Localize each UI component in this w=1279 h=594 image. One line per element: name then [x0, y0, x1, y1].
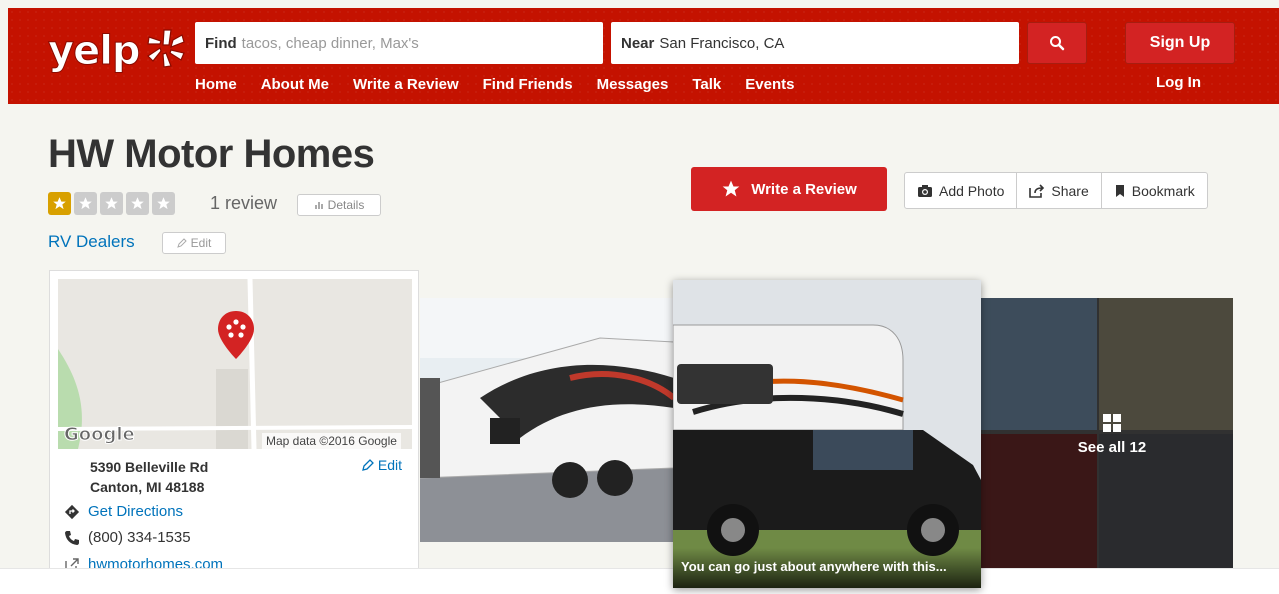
share-button[interactable]: Share	[1017, 173, 1102, 208]
bookmark-label: Bookmark	[1131, 182, 1195, 199]
category-link[interactable]: RV Dealers	[48, 232, 135, 252]
directions-row[interactable]: Get Directions	[64, 503, 183, 520]
add-photo-label: Add Photo	[939, 182, 1005, 199]
phone-number: (800) 334-1535	[88, 529, 191, 546]
content-divider	[0, 568, 1279, 594]
photo-gallery-collage[interactable]: See all 12	[981, 298, 1233, 570]
yelp-burst-icon	[147, 29, 185, 68]
site-header: yelp Find tacos, cheap dinner, Max's Nea…	[8, 8, 1279, 104]
nav-home[interactable]: Home	[195, 76, 237, 93]
nav-find-friends[interactable]: Find Friends	[483, 76, 573, 93]
star-icon	[152, 192, 175, 215]
yelp-logo[interactable]: yelp	[48, 22, 188, 86]
search-button[interactable]	[1027, 22, 1087, 64]
pencil-icon	[176, 238, 187, 248]
search-icon	[1050, 36, 1065, 51]
see-all-label: See all 12	[1077, 438, 1147, 456]
near-value: San Francisco, CA	[659, 34, 785, 52]
edit-address-link[interactable]: Edit	[361, 457, 402, 473]
star-icon	[722, 180, 740, 197]
write-review-button[interactable]: Write a Review	[691, 167, 887, 211]
map-credit: Map data ©2016 Google	[262, 433, 401, 449]
rv-photo-image	[420, 298, 674, 542]
review-count[interactable]: 1 review	[210, 193, 277, 214]
share-label: Share	[1051, 182, 1089, 199]
address-line-2: Canton, MI 48188	[90, 479, 205, 495]
find-placeholder: tacos, cheap dinner, Max's	[241, 34, 419, 52]
business-actions: Add Photo Share Bookmark	[904, 172, 1208, 209]
see-all-photos[interactable]: See all 12	[981, 298, 1233, 570]
sign-up-button[interactable]: Sign Up	[1125, 22, 1235, 64]
edit-category-button[interactable]: Edit	[162, 232, 226, 254]
star-icon	[100, 192, 123, 215]
nav-about-me[interactable]: About Me	[261, 76, 329, 93]
photo-truck-camper[interactable]: You can go just about anywhere with this…	[673, 280, 981, 588]
pencil-icon	[361, 459, 374, 471]
directions-icon	[64, 504, 80, 519]
grid-icon	[1103, 413, 1121, 432]
details-label: Details	[327, 198, 365, 212]
business-address: 5390 Belleville Rd Canton, MI 48188	[90, 457, 208, 497]
nav-write-review[interactable]: Write a Review	[353, 76, 459, 93]
star-icon	[126, 192, 149, 215]
address-line-1: 5390 Belleville Rd	[90, 459, 209, 475]
nav-talk[interactable]: Talk	[692, 76, 721, 93]
truck-camper-photo-image	[673, 280, 981, 588]
near-label: Near	[621, 34, 655, 52]
write-review-label: Write a Review	[751, 180, 857, 198]
edit-label: Edit	[190, 236, 212, 250]
star-rating	[48, 192, 175, 215]
business-name: HW Motor Homes	[48, 132, 375, 176]
bar-chart-icon	[314, 202, 323, 209]
star-icon	[74, 192, 97, 215]
star-icon	[48, 192, 71, 215]
nav-events[interactable]: Events	[745, 76, 794, 93]
bookmark-button[interactable]: Bookmark	[1102, 173, 1207, 208]
phone-row: (800) 334-1535	[64, 529, 191, 546]
edit-address-label: Edit	[377, 457, 402, 473]
yelp-logo-text: yelp	[48, 28, 142, 75]
photo-caption: You can go just about anywhere with this…	[673, 548, 981, 588]
near-location-field[interactable]: Near San Francisco, CA	[611, 22, 1019, 64]
phone-icon	[65, 530, 79, 545]
location-card: Google Map data ©2016 Google 5390 Bellev…	[49, 270, 419, 594]
details-button[interactable]: Details	[297, 194, 381, 216]
find-search-field[interactable]: Find tacos, cheap dinner, Max's	[195, 22, 603, 64]
google-logo: Google	[64, 424, 136, 446]
find-label: Find	[205, 34, 237, 52]
get-directions-link[interactable]: Get Directions	[88, 503, 183, 520]
camera-icon	[918, 184, 932, 197]
map-pin-icon	[218, 311, 254, 359]
log-in-link[interactable]: Log In	[1156, 74, 1201, 91]
bookmark-icon	[1115, 184, 1124, 197]
photo-fifth-wheel[interactable]	[420, 298, 674, 542]
nav-messages[interactable]: Messages	[597, 76, 669, 93]
main-nav: Home About Me Write a Review Find Friend…	[195, 76, 818, 93]
location-map[interactable]: Google Map data ©2016 Google	[58, 279, 412, 449]
share-icon	[1029, 183, 1045, 198]
add-photo-button[interactable]: Add Photo	[905, 173, 1018, 208]
